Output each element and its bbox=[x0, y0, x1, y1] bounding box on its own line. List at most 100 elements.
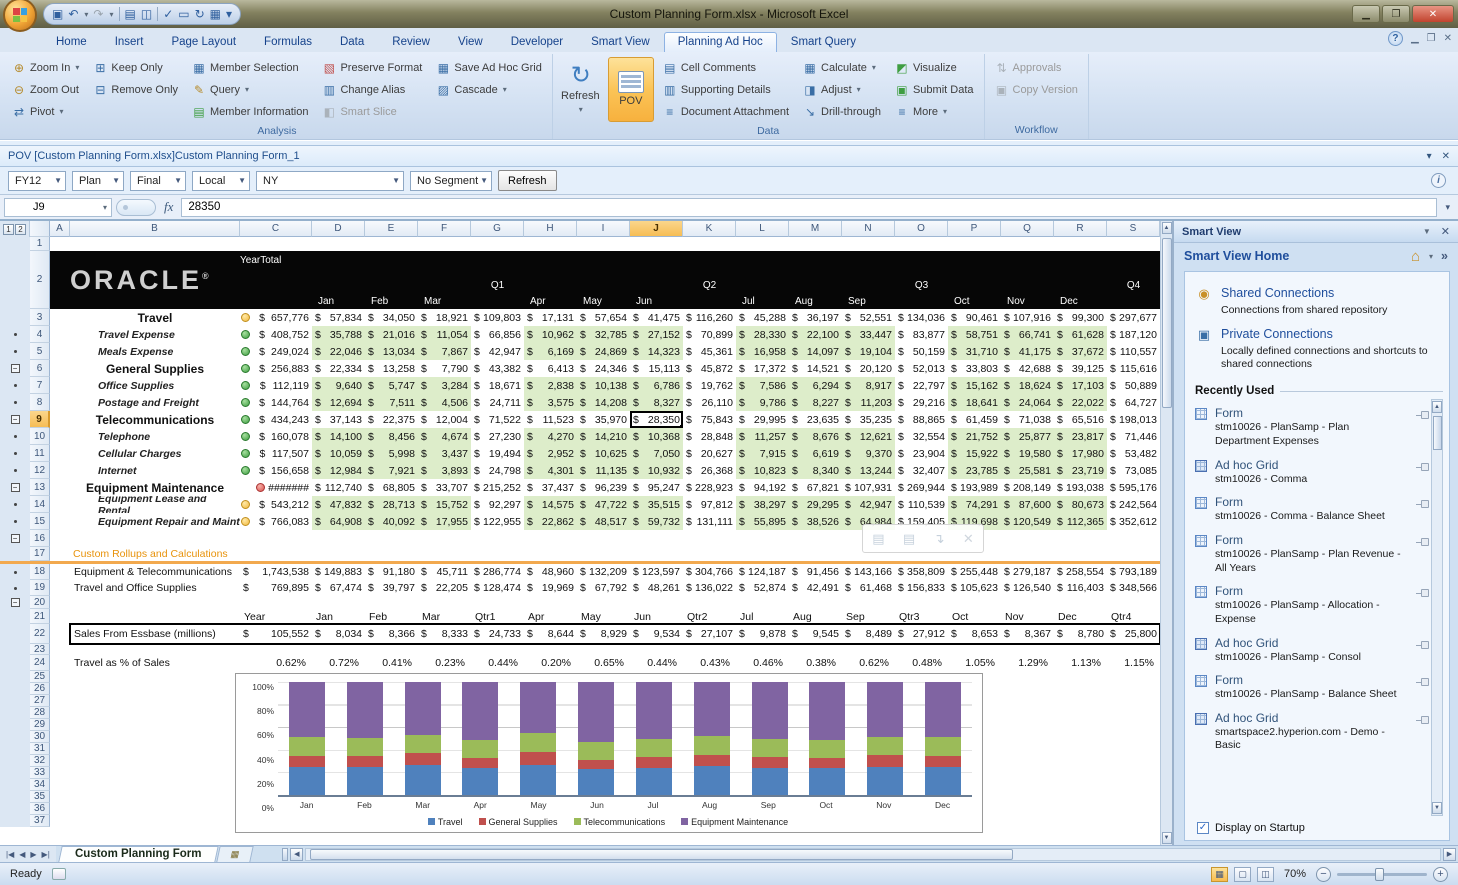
outline-gutter[interactable]: − bbox=[0, 596, 30, 609]
data-cell[interactable]: $657,776 bbox=[240, 309, 312, 326]
record-macro-icon[interactable] bbox=[52, 868, 66, 880]
column-header-G[interactable]: G bbox=[471, 221, 524, 237]
data-cell[interactable]: $9,786 bbox=[736, 394, 789, 411]
outline-gutter[interactable] bbox=[0, 377, 30, 394]
data-cell[interactable]: $35,515 bbox=[630, 496, 683, 513]
outline-collapse-icon[interactable]: − bbox=[11, 364, 20, 373]
outline-gutter[interactable] bbox=[0, 803, 30, 815]
data-cell[interactable]: $543,212 bbox=[240, 496, 312, 513]
submit-data-button[interactable]: ▣Submit Data bbox=[891, 79, 978, 100]
pct-cell[interactable]: 0.23% bbox=[418, 655, 471, 671]
pov-button[interactable]: POV bbox=[608, 57, 654, 122]
paste-special-icon[interactable]: ▤ bbox=[872, 531, 884, 547]
outline-gutter[interactable] bbox=[0, 671, 30, 683]
data-cell[interactable]: $27,912 bbox=[895, 624, 948, 644]
column-header-L[interactable]: L bbox=[736, 221, 789, 237]
row-header-27[interactable]: 27 bbox=[30, 695, 50, 707]
data-cell[interactable]: $45,361 bbox=[683, 343, 736, 360]
data-cell[interactable]: $105,552 bbox=[240, 624, 312, 644]
data-cell[interactable]: $32,785 bbox=[577, 326, 630, 343]
data-cell[interactable]: $68,805 bbox=[365, 479, 418, 496]
data-cell[interactable]: $766,083 bbox=[240, 513, 312, 530]
data-cell[interactable]: $6,169 bbox=[524, 343, 577, 360]
data-cell[interactable]: $110,557 bbox=[1107, 343, 1160, 360]
travel-pct-label[interactable]: Travel as % of Sales bbox=[70, 655, 240, 671]
data-cell[interactable]: $17,103 bbox=[1054, 377, 1107, 394]
data-cell[interactable]: $24,711 bbox=[471, 394, 524, 411]
data-cell[interactable]: $11,054 bbox=[418, 326, 471, 343]
data-cell[interactable]: $8,676 bbox=[789, 428, 842, 445]
data-cell[interactable]: $23,719 bbox=[1054, 462, 1107, 479]
data-cell[interactable]: $20,120 bbox=[842, 360, 895, 377]
pov-close-icon[interactable]: ✕ bbox=[1442, 151, 1450, 162]
data-cell[interactable]: $45,711 bbox=[418, 564, 471, 580]
row-label-3[interactable]: Travel bbox=[70, 309, 240, 326]
display-on-startup-checkbox[interactable]: ✓ bbox=[1197, 822, 1209, 834]
data-cell[interactable]: $134,036 bbox=[895, 309, 948, 326]
pct-cell[interactable]: 0.65% bbox=[577, 655, 630, 671]
outline-collapse-icon[interactable]: − bbox=[11, 415, 20, 424]
first-sheet-icon[interactable]: |◀ bbox=[4, 850, 16, 859]
data-cell[interactable]: $5,998 bbox=[365, 445, 418, 462]
outline-gutter[interactable]: − bbox=[0, 479, 30, 496]
zoom-level[interactable]: 70% bbox=[1284, 868, 1306, 880]
home-icon[interactable]: ⌂ bbox=[1411, 248, 1420, 265]
row-header-20[interactable]: 20 bbox=[30, 596, 50, 609]
data-cell[interactable]: $2,838 bbox=[524, 377, 577, 394]
row-label-10[interactable]: Telephone bbox=[70, 428, 240, 445]
data-cell[interactable]: $10,059 bbox=[312, 445, 365, 462]
column-header-B[interactable]: B bbox=[70, 221, 240, 237]
row-header-16[interactable]: 16 bbox=[30, 530, 50, 547]
column-header-R[interactable]: R bbox=[1054, 221, 1107, 237]
tab-page-layout[interactable]: Page Layout bbox=[157, 32, 250, 52]
data-cell[interactable]: $22,046 bbox=[312, 343, 365, 360]
data-cell[interactable]: $53,482 bbox=[1107, 445, 1160, 462]
pov-dropdown-fy12[interactable]: FY12▼ bbox=[8, 171, 66, 191]
data-cell[interactable]: $48,960 bbox=[524, 564, 577, 580]
row-header-24[interactable]: 24 bbox=[30, 655, 50, 671]
data-cell[interactable]: $8,227 bbox=[789, 394, 842, 411]
data-cell[interactable]: $33,707 bbox=[418, 479, 471, 496]
outline-gutter[interactable] bbox=[0, 343, 30, 360]
row-header-25[interactable]: 25 bbox=[30, 671, 50, 683]
pct-cell[interactable]: 1.05% bbox=[948, 655, 1001, 671]
tab-home[interactable]: Home bbox=[42, 32, 101, 52]
data-cell[interactable]: $3,284 bbox=[418, 377, 471, 394]
row-header-30[interactable]: 30 bbox=[30, 731, 50, 743]
insert-function-button[interactable] bbox=[116, 199, 156, 216]
data-cell[interactable]: $15,162 bbox=[948, 377, 1001, 394]
outline-gutter[interactable] bbox=[0, 719, 30, 731]
outline-level-1[interactable]: 1 bbox=[3, 224, 14, 235]
pov-refresh-button[interactable]: Refresh bbox=[498, 170, 557, 191]
data-cell[interactable]: $116,260 bbox=[683, 309, 736, 326]
outline-gutter[interactable] bbox=[0, 815, 30, 827]
remove-only-button[interactable]: ⊟Remove Only bbox=[89, 79, 182, 100]
data-cell[interactable]: $67,792 bbox=[577, 580, 630, 596]
data-cell[interactable]: $42,688 bbox=[1001, 360, 1054, 377]
data-cell[interactable]: $9,534 bbox=[630, 624, 683, 644]
data-cell[interactable]: $122,955 bbox=[471, 513, 524, 530]
data-cell[interactable]: $286,774 bbox=[471, 564, 524, 580]
data-cell[interactable]: $7,867 bbox=[418, 343, 471, 360]
data-cell[interactable]: $4,674 bbox=[418, 428, 471, 445]
recent-item-7[interactable]: Formstm10026 - PlanSamp - Balance Sheet bbox=[1195, 666, 1429, 704]
data-cell[interactable]: $67,821 bbox=[789, 479, 842, 496]
data-cell[interactable]: $9,878 bbox=[736, 624, 789, 644]
zoom-in-button[interactable]: ⊕Zoom In▾ bbox=[8, 57, 83, 78]
data-cell[interactable]: $14,210 bbox=[577, 428, 630, 445]
keep-only-button[interactable]: ⊞Keep Only bbox=[89, 57, 182, 78]
document-attachment-button[interactable]: ≡Document Attachment bbox=[659, 101, 793, 122]
row-label-12[interactable]: Internet bbox=[70, 462, 240, 479]
outline-collapse-icon[interactable]: − bbox=[11, 598, 20, 607]
more-button[interactable]: ≡More▾ bbox=[891, 101, 978, 122]
data-cell[interactable]: $59,732 bbox=[630, 513, 683, 530]
data-cell[interactable]: $17,955 bbox=[418, 513, 471, 530]
name-box-caret-icon[interactable]: ▾ bbox=[103, 203, 107, 212]
data-cell[interactable]: $793,189 bbox=[1107, 564, 1160, 580]
bar-apr[interactable] bbox=[462, 682, 498, 795]
pct-cell[interactable]: 1.29% bbox=[1001, 655, 1054, 671]
drill-through-button[interactable]: ↘Drill-through bbox=[799, 101, 885, 122]
horizontal-scrollbar[interactable] bbox=[305, 848, 1441, 861]
data-cell[interactable]: $595,176 bbox=[1107, 479, 1160, 496]
row-label-8[interactable]: Postage and Freight bbox=[70, 394, 240, 411]
